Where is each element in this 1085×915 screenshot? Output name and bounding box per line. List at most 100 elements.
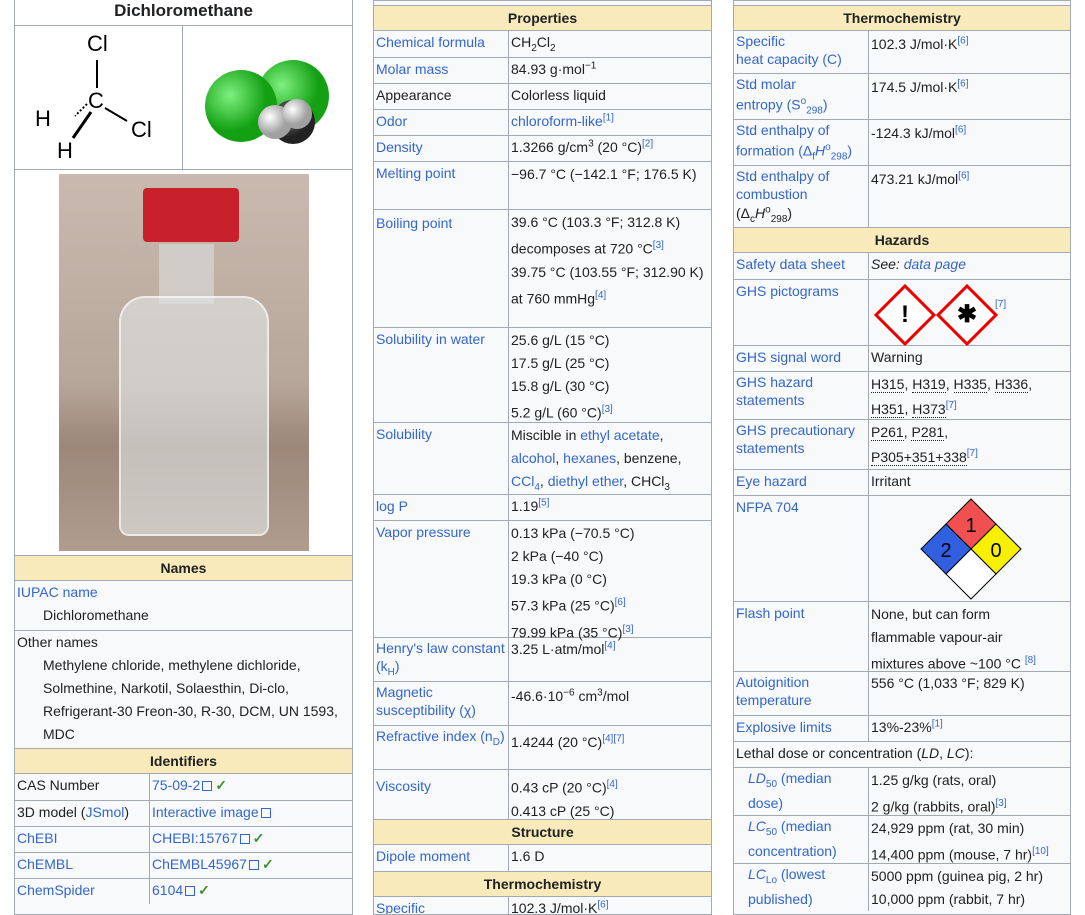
solubility-label[interactable]: Solubility bbox=[376, 426, 432, 442]
infobox-column-3: Thermochemistry Specific heat capacity (C… bbox=[733, 0, 1071, 915]
boiling-point-label[interactable]: Boiling point bbox=[376, 215, 452, 231]
ref-3[interactable]: [3] bbox=[622, 624, 633, 635]
enthalpy-formation-label[interactable]: Std enthalpy of formation (ΔfHo298) bbox=[736, 121, 866, 166]
check-icon: ✓ bbox=[215, 777, 227, 793]
ref-1[interactable]: [1] bbox=[603, 112, 614, 123]
sds-label[interactable]: Safety data sheet bbox=[736, 256, 845, 272]
exclamation-mark-icon[interactable]: ! bbox=[873, 283, 937, 347]
hazard-statements-label[interactable]: GHS hazard statements bbox=[736, 373, 866, 409]
lethal-dose-label: Lethal dose or concentration (LD, LC): bbox=[734, 741, 1070, 767]
signal-word-label[interactable]: GHS signal word bbox=[736, 349, 841, 365]
ref-4[interactable]: [4] bbox=[604, 640, 615, 651]
chembl-link[interactable]: ChEMBL45967 bbox=[152, 856, 247, 872]
external-link-icon bbox=[239, 834, 250, 844]
nfpa-diamond-icon[interactable]: 1 2 0 bbox=[871, 497, 1071, 601]
appearance-label: Appearance bbox=[374, 84, 509, 109]
flash-point-label[interactable]: Flash point bbox=[736, 605, 804, 621]
bottle-photo[interactable] bbox=[59, 174, 309, 551]
row-heat-capacity: Specific heat capacity (C) 102.3 J/mol·K[… bbox=[734, 31, 1070, 73]
ref-7[interactable]: [7] bbox=[967, 448, 978, 459]
skeletal-formula-image[interactable]: Cl C Cl H H bbox=[15, 26, 183, 169]
enthalpy-combustion-label[interactable]: Std enthalpy of combustion bbox=[736, 167, 866, 203]
row-magnetic: Magnetic susceptibility (χ) -46.6·10−6 c… bbox=[374, 681, 711, 725]
interactive-image-link[interactable]: Interactive image bbox=[152, 804, 259, 820]
ref-7[interactable]: [7] bbox=[995, 299, 1006, 310]
ref-6[interactable]: [6] bbox=[597, 899, 608, 910]
ref-6[interactable]: [6] bbox=[957, 35, 968, 46]
ref-4-7[interactable]: [4][7] bbox=[602, 733, 624, 744]
solubility-water-label[interactable]: Solubility in water bbox=[376, 331, 485, 347]
heat-capacity-label[interactable]: Specific heat capacity (C) bbox=[736, 32, 866, 68]
viscosity-label[interactable]: Viscosity bbox=[376, 778, 431, 794]
lc50-label[interactable]: LC50 (median concentration) bbox=[748, 817, 866, 860]
autoignition-label[interactable]: Autoignition temperature bbox=[736, 673, 866, 709]
chemspider-link[interactable]: 6104 bbox=[152, 882, 183, 898]
ref-4[interactable]: [4] bbox=[595, 290, 606, 301]
chebi-link[interactable]: CHEBI:15767 bbox=[152, 830, 238, 846]
chloroform-link[interactable]: chloroform-like bbox=[511, 113, 603, 129]
ref-1[interactable]: [1] bbox=[932, 718, 943, 729]
identifier-row-chembl: ChEMBL ChEMBL45967 ✓ bbox=[15, 852, 352, 878]
cas-link[interactable]: 75-09-2 bbox=[152, 777, 200, 793]
entropy-label[interactable]: Std molar entropy (So298) bbox=[736, 75, 866, 120]
precautionary-label[interactable]: GHS precautionary statements bbox=[736, 421, 866, 457]
other-names-value: Methylene chloride, methylene dichloride… bbox=[43, 657, 338, 742]
ref-3[interactable]: [3] bbox=[602, 404, 613, 415]
diethyl-ether-link[interactable]: diethyl ether bbox=[548, 473, 624, 489]
ref-6[interactable]: [6] bbox=[957, 78, 968, 89]
ref-8[interactable]: [8] bbox=[1025, 655, 1036, 666]
eye-hazard-label[interactable]: Eye hazard bbox=[736, 473, 807, 489]
alcohol-link[interactable]: alcohol bbox=[511, 450, 555, 466]
ld50-label[interactable]: LD50 (median dose) bbox=[748, 769, 866, 812]
space-filling-model-image[interactable] bbox=[183, 26, 352, 169]
chemspider-label-link[interactable]: ChemSpider bbox=[17, 882, 95, 898]
logp-label[interactable]: log P bbox=[376, 498, 408, 514]
health-hazard-icon[interactable]: ✱ bbox=[935, 283, 999, 347]
ref-5[interactable]: [5] bbox=[538, 497, 549, 508]
names-header: Names bbox=[15, 555, 352, 581]
row-logp: log P 1.19[5] bbox=[374, 494, 711, 520]
ref-4[interactable]: [4] bbox=[607, 779, 618, 790]
odor-label[interactable]: Odor bbox=[376, 113, 407, 129]
ref-7[interactable]: [7] bbox=[946, 400, 957, 411]
formula-label[interactable]: Chemical formula bbox=[376, 34, 485, 50]
ref-6[interactable]: [6] bbox=[958, 170, 969, 181]
refractive-label[interactable]: Refractive index (nD) bbox=[376, 727, 506, 752]
ref-6[interactable]: [6] bbox=[615, 597, 626, 608]
chembl-label-link[interactable]: ChEMBL bbox=[17, 856, 73, 872]
ccl4-link[interactable]: CCl4 bbox=[511, 473, 540, 493]
row-eye-hazard: Eye hazard Irritant bbox=[734, 469, 1070, 495]
external-link-icon bbox=[260, 808, 271, 818]
lclo-label[interactable]: LCLo (lowest published) bbox=[748, 865, 866, 908]
density-label[interactable]: Density bbox=[376, 139, 423, 155]
explosive-limits-label[interactable]: Explosive limits bbox=[736, 719, 832, 735]
data-page-link[interactable]: data page bbox=[904, 256, 966, 272]
row-specific: Specific 102.3 J/mol·K[6] bbox=[374, 897, 711, 914]
nfpa-flammability: 1 bbox=[965, 515, 976, 537]
nfpa-label[interactable]: NFPA 704 bbox=[736, 499, 799, 515]
atom-c: C bbox=[88, 88, 104, 113]
ref-2[interactable]: [2] bbox=[642, 138, 653, 149]
chebi-label-link[interactable]: ChEBI bbox=[17, 830, 57, 846]
ref-6[interactable]: [6] bbox=[955, 124, 966, 135]
ref-3[interactable]: [3] bbox=[996, 798, 1007, 809]
molar-mass-label[interactable]: Molar mass bbox=[376, 61, 448, 77]
ref-3[interactable]: [3] bbox=[653, 240, 664, 251]
ghs-pictograms-label[interactable]: GHS pictograms bbox=[736, 283, 839, 299]
specific-label[interactable]: Specific bbox=[376, 900, 425, 914]
dipole-label[interactable]: Dipole moment bbox=[376, 848, 470, 864]
3d-model-label: 3D model (JSmol) bbox=[15, 801, 150, 826]
jsmol-link[interactable]: JSmol bbox=[85, 804, 124, 820]
hexanes-link[interactable]: hexanes bbox=[563, 450, 616, 466]
henry-label[interactable]: Henry's law constant (kH) bbox=[376, 639, 506, 682]
vapor-pressure-label[interactable]: Vapor pressure bbox=[376, 524, 471, 540]
bottle-cap bbox=[143, 188, 239, 242]
iupac-name-link[interactable]: IUPAC name bbox=[17, 584, 98, 600]
ref-10[interactable]: [10] bbox=[1032, 846, 1049, 857]
melting-point-label[interactable]: Melting point bbox=[376, 165, 455, 181]
row-ghs-pictograms: GHS pictograms ! ✱ [7] bbox=[734, 279, 1070, 347]
row-lclo: LCLo (lowest published) 5000 ppm (guinea … bbox=[734, 863, 1070, 911]
row-melting-point: Melting point −96.7 °C (−142.1 °F; 176.5… bbox=[374, 161, 711, 209]
magnetic-label[interactable]: Magnetic susceptibility (χ) bbox=[376, 683, 506, 719]
ethyl-acetate-link[interactable]: ethyl acetate bbox=[580, 427, 659, 443]
